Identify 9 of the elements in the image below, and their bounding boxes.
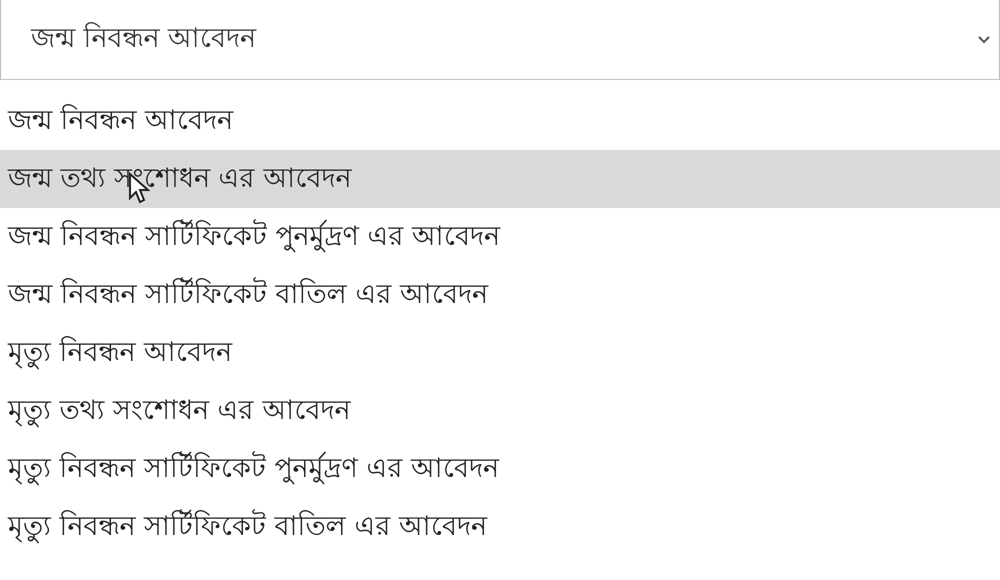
- dropdown-option[interactable]: মৃত্যু নিবন্ধন আবেদন: [0, 324, 1000, 382]
- dropdown-option[interactable]: মৃত্যু নিবন্ধন সার্টিফিকেট বাতিল এর আবেদন: [0, 498, 1000, 556]
- dropdown-option[interactable]: জন্ম নিবন্ধন আবেদন: [0, 92, 1000, 150]
- dropdown-select[interactable]: জন্ম নিবন্ধন আবেদন: [0, 0, 1000, 80]
- dropdown-option[interactable]: মৃত্যু তথ্য সংশোধন এর আবেদন: [0, 382, 1000, 440]
- dropdown-option[interactable]: মৃত্যু নিবন্ধন সার্টিফিকেট পুনর্মুদ্রণ এর আবেদন: [0, 440, 1000, 498]
- chevron-icon: [977, 34, 991, 44]
- dropdown-option[interactable]: জন্ম নিবন্ধন সার্টিফিকেট বাতিল এর আবেদন: [0, 266, 1000, 324]
- dropdown-option[interactable]: জন্ম নিবন্ধন সার্টিফিকেট পুনর্মুদ্রণ এর আবেদন: [0, 208, 1000, 266]
